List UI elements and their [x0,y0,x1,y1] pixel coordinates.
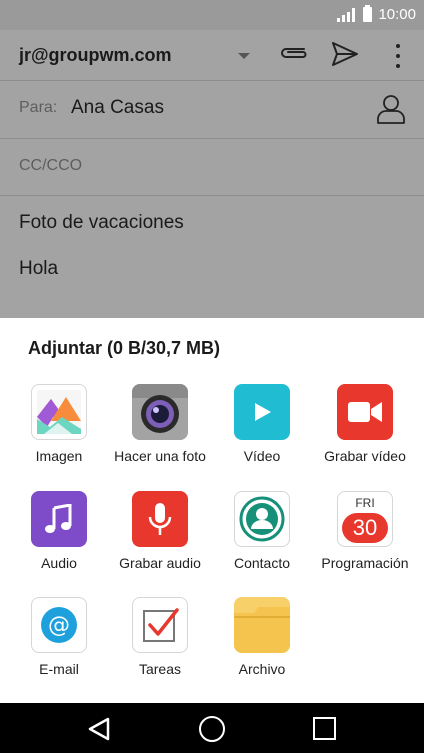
navigation-bar [0,703,424,753]
status-icons: 10:00 [337,5,416,23]
attach-label-imagen: Imagen [35,448,83,464]
person-icon[interactable] [376,93,406,125]
attach-label-tareas: Tareas [138,661,182,677]
back-icon[interactable] [86,716,112,742]
sheet-title: Adjuntar (0 B/30,7 MB) [28,338,221,358]
more-options-icon[interactable] [392,42,404,70]
calendar-icon: FRI 30 [337,491,393,547]
attach-option-tareas[interactable]: Tareas [108,597,212,679]
send-icon[interactable] [330,40,360,68]
video-play-icon [234,384,290,440]
microphone-icon [132,491,188,547]
recipient-value[interactable]: Ana Casas [71,97,164,119]
attach-option-audio[interactable]: Audio [7,491,111,573]
message-body[interactable]: Hola [19,258,58,280]
account-selector[interactable]: jr@groupwm.com [19,45,172,66]
attach-label-grabar-video: Grabar vídeo [324,448,406,464]
attach-option-grabar-video[interactable]: Grabar vídeo [313,384,417,466]
attach-option-contacto[interactable]: Contacto [210,491,314,573]
battery-icon [363,5,373,22]
attach-sheet: Adjuntar (0 B/30,7 MB) Imagen Hacer una … [0,318,424,703]
tasks-check-icon [132,597,188,653]
attach-option-email[interactable]: @ E-mail [7,597,111,679]
signal-icon [337,7,356,22]
attach-option-hacer-foto[interactable]: Hacer una foto [108,384,212,466]
attach-label-hacer-foto: Hacer una foto [114,448,206,464]
attach-label-grabar-audio: Grabar audio [119,555,201,571]
music-note-icon [31,491,87,547]
cc-field[interactable]: CC/CCO [0,138,424,195]
to-label: Para: [19,99,58,116]
attach-option-archivo[interactable]: Archivo [210,597,314,679]
video-camera-icon [337,384,393,440]
attach-label-archivo: Archivo [238,661,286,677]
cc-label: CC/CCO [19,157,83,174]
status-time: 10:00 [378,6,416,23]
attach-label-video: Vídeo [243,448,281,464]
home-icon[interactable] [199,716,225,742]
chevron-down-icon[interactable] [238,53,250,59]
at-sign-icon: @ [31,597,87,653]
attach-label-email: E-mail [39,661,79,677]
subject-field[interactable]: Foto de vacaciones [0,195,424,250]
attach-label-programacion: Programación [321,555,409,571]
contact-icon [234,491,290,547]
attach-option-imagen[interactable]: Imagen [7,384,111,466]
attach-option-programacion[interactable]: FRI 30 Programación [313,491,417,573]
subject-value[interactable]: Foto de vacaciones [19,212,184,234]
status-bar: 10:00 [0,0,424,30]
calendar-date: 30 [342,513,388,543]
compose-appbar: jr@groupwm.com [0,30,424,80]
attach-option-grabar-audio[interactable]: Grabar audio [108,491,212,573]
gallery-icon [31,384,87,440]
attach-label-audio: Audio [41,555,77,571]
paperclip-icon[interactable] [278,44,310,62]
recent-apps-icon[interactable] [313,717,336,740]
attach-label-contacto: Contacto [233,555,291,571]
camera-icon [132,384,188,440]
to-field[interactable]: Para: Ana Casas [0,80,424,138]
svg-text:@: @ [48,613,70,638]
folder-icon [234,597,290,653]
calendar-day: FRI [355,496,375,510]
attach-option-video[interactable]: Vídeo [210,384,314,466]
compose-area: jr@groupwm.com Para: Ana Casas CC/CCO Fo… [0,30,424,318]
